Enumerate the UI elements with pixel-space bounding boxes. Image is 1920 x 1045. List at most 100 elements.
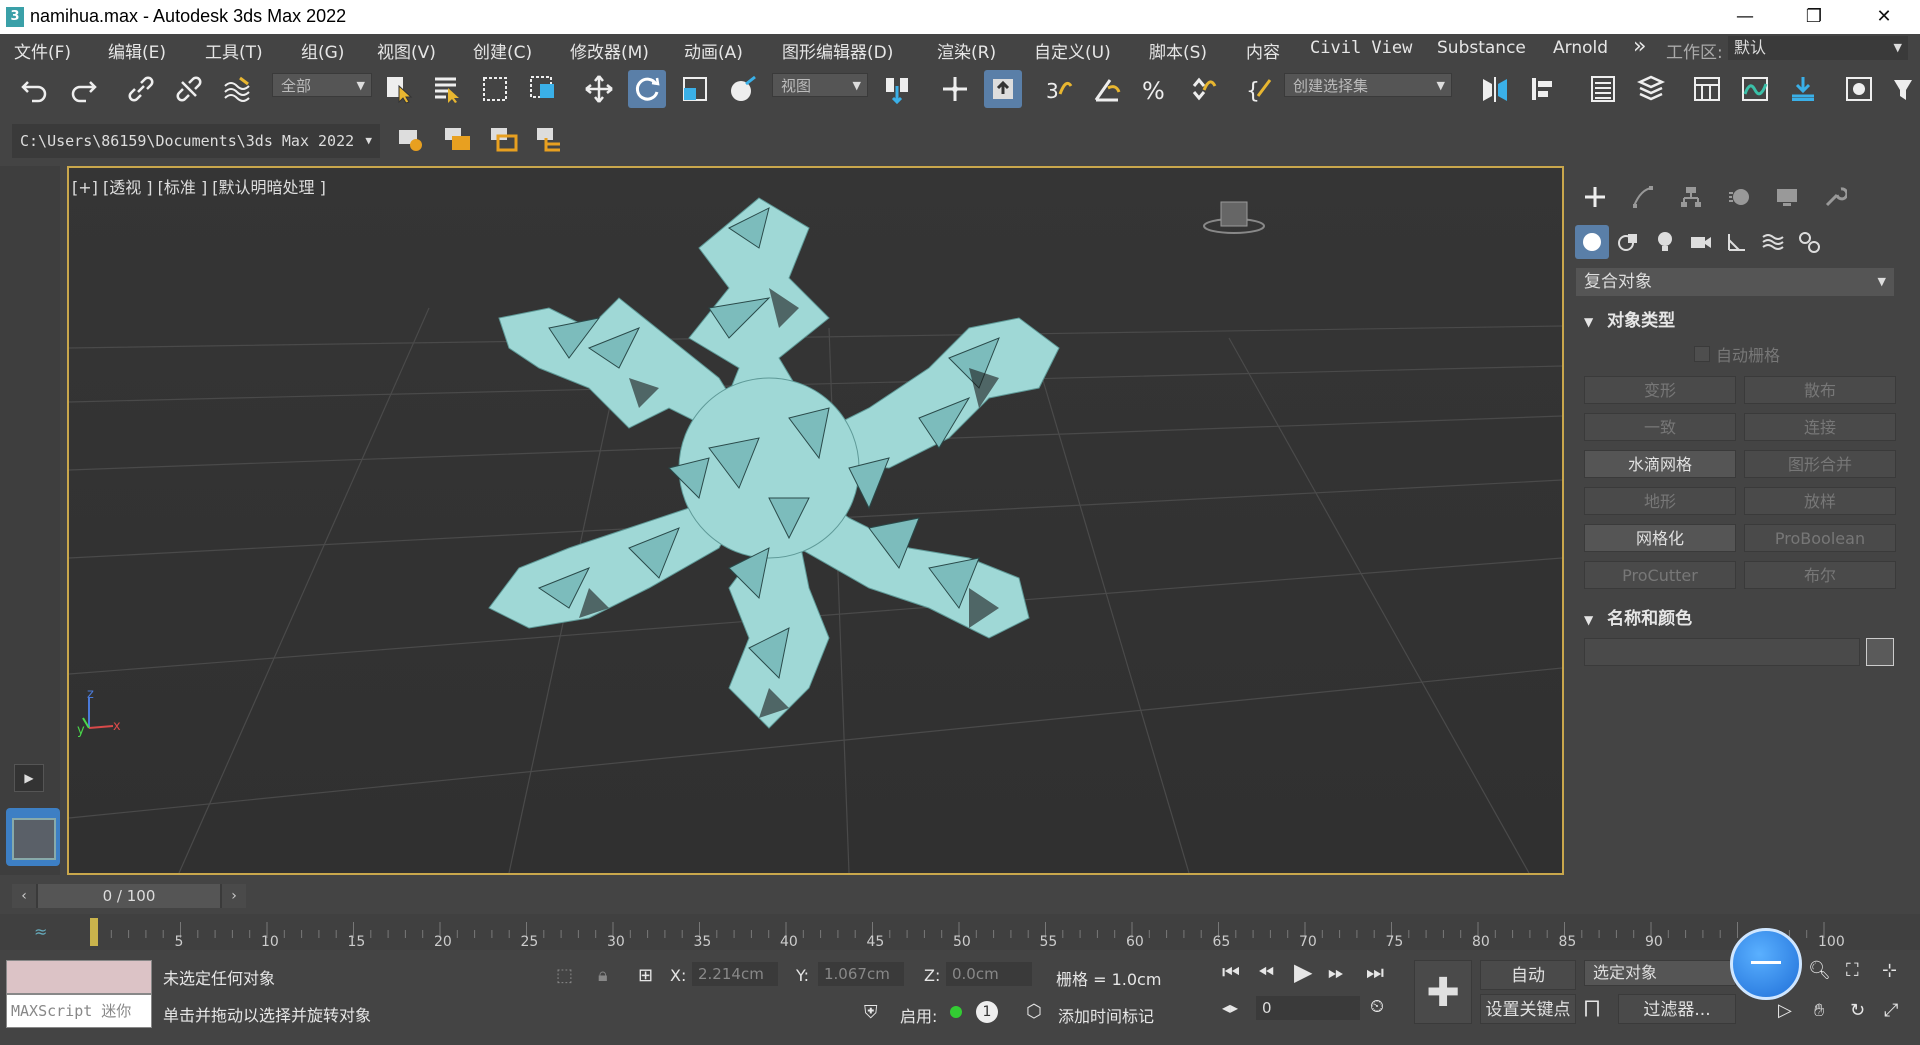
project-path-dropdown[interactable]: C:\Users\86159\Documents\3ds Max 2022 ▼ [12, 124, 380, 158]
maximize-viewport-icon[interactable]: ⤢ [1884, 1000, 1898, 1021]
curve-editor-button[interactable] [1736, 70, 1774, 108]
menu-group[interactable]: 组(G) [301, 38, 344, 63]
procutter-button[interactable]: ProCutter [1584, 561, 1736, 589]
helpers-category-button[interactable] [1720, 225, 1754, 259]
z-coord-input[interactable]: 0.0cm [946, 962, 1032, 986]
menu-animation[interactable]: 动画(A) [684, 38, 743, 63]
selection-lock-icon[interactable]: 🔒︎ [598, 965, 608, 986]
undo-button[interactable] [16, 70, 54, 108]
next-frame-icon[interactable]: ⏩︎ [1328, 960, 1344, 984]
menu-scripting[interactable]: 脚本(S) [1149, 38, 1207, 63]
orbit-icon[interactable]: ↻ [1850, 1000, 1865, 1021]
spacewarps-category-button[interactable] [1756, 225, 1790, 259]
key-mode-icon[interactable]: ◂▸ [1222, 998, 1238, 1017]
hierarchy-tab[interactable] [1674, 180, 1708, 214]
cameras-category-button[interactable] [1684, 225, 1718, 259]
open-project-button[interactable] [438, 120, 476, 158]
prev-frame-arrow-icon[interactable]: ‹ [12, 884, 36, 908]
terrain-button[interactable]: 地形 [1584, 487, 1736, 515]
loft-button[interactable]: 放样 [1744, 487, 1896, 515]
scene-explorer-button[interactable] [1584, 70, 1622, 108]
material-editor-button[interactable] [1840, 70, 1878, 108]
object-type-rollout[interactable]: ▼ 对象类型 [1576, 306, 1894, 332]
angle-snap-button[interactable] [1088, 70, 1126, 108]
object-name-input[interactable] [1584, 638, 1860, 666]
mesher-button[interactable]: 网格化 [1584, 524, 1736, 552]
minimize-button[interactable]: — [1716, 0, 1774, 34]
menu-content[interactable]: 内容 [1246, 38, 1280, 63]
move-button[interactable] [580, 70, 618, 108]
ribbon-toggle-button[interactable] [1688, 70, 1726, 108]
mirror-button[interactable] [1476, 70, 1514, 108]
shield-icon[interactable]: ⛨ [864, 1002, 878, 1023]
layer-explorer-button[interactable] [1632, 70, 1670, 108]
morph-button[interactable]: 变形 [1584, 376, 1736, 404]
menu-edit[interactable]: 编辑(E) [108, 38, 166, 63]
viewport-layout-tab[interactable] [6, 808, 60, 866]
placement-button[interactable] [724, 70, 762, 108]
scale-button[interactable] [676, 70, 714, 108]
link-button[interactable] [122, 70, 160, 108]
zoom-extents-icon[interactable]: ⛶ [1846, 960, 1859, 981]
select-by-name-button[interactable] [428, 70, 466, 108]
viewcube[interactable] [1203, 201, 1265, 234]
shapemerge-button[interactable]: 图形合并 [1744, 450, 1896, 478]
menu-civil-view[interactable]: Civil View [1310, 38, 1412, 58]
time-slider[interactable]: ‹ 0 / 100 › [12, 884, 246, 908]
create-project-button[interactable] [484, 120, 522, 158]
select-manipulate-button[interactable] [936, 70, 974, 108]
rect-selection-button[interactable] [476, 70, 514, 108]
project-settings-button[interactable] [392, 120, 430, 158]
menu-tools[interactable]: 工具(T) [205, 38, 263, 63]
previous-frame-icon[interactable]: ⏪︎ [1258, 960, 1274, 984]
render-setup-button[interactable] [1884, 70, 1920, 108]
perspective-viewport[interactable]: z x y [67, 166, 1564, 875]
auto-key-button[interactable]: 自动 [1480, 960, 1576, 990]
geometry-category-button[interactable] [1575, 225, 1609, 259]
x-coord-input[interactable]: 2.214cm [692, 962, 778, 986]
key-tangent-icon[interactable]: ⨅ [1584, 996, 1600, 1020]
boolean-button[interactable]: 布尔 [1744, 561, 1896, 589]
menu-modifiers[interactable]: 修改器(M) [570, 38, 649, 63]
spinner-snap-button[interactable] [1184, 70, 1222, 108]
key-filter-dropdown[interactable]: 选定对象 [1584, 960, 1736, 986]
connect-button[interactable]: 连接 [1744, 413, 1896, 441]
current-frame-input[interactable]: 0 [1256, 996, 1360, 1020]
menu-substance[interactable]: Substance [1437, 38, 1526, 58]
rotate-button[interactable] [628, 70, 666, 108]
conform-button[interactable]: 一致 [1584, 413, 1736, 441]
reference-coord-dropdown[interactable]: 视图 ▼ [772, 73, 868, 97]
restore-button[interactable]: ❐ [1785, 0, 1843, 34]
menu-create[interactable]: 创建(C) [473, 38, 532, 63]
unlink-button[interactable] [170, 70, 208, 108]
frame-counter[interactable]: 0 / 100 [38, 884, 220, 908]
viewport-scene[interactable]: z x y [69, 168, 1562, 873]
enable-status-dot[interactable] [950, 1006, 962, 1018]
set-key-big-button[interactable]: ✚ [1414, 960, 1472, 1024]
play-icon[interactable]: ▶ [1294, 958, 1312, 986]
bind-spacewarp-button[interactable] [218, 70, 256, 108]
project-structure-button[interactable] [530, 120, 568, 158]
go-to-start-icon[interactable]: ⏮ [1222, 960, 1240, 984]
viewport-layout-expand-button[interactable]: ▶ [14, 764, 44, 792]
auto-grid-checkbox[interactable] [1694, 346, 1710, 362]
systems-category-button[interactable] [1792, 225, 1826, 259]
pivot-center-button[interactable] [878, 70, 916, 108]
field-of-view-icon[interactable]: ▷ [1778, 1000, 1792, 1021]
lights-category-button[interactable] [1648, 225, 1682, 259]
proboolean-button[interactable]: ProBoolean [1744, 524, 1896, 552]
zoom-icon[interactable]: 🔍︎ [1808, 960, 1831, 981]
percent-snap-button[interactable]: % [1136, 70, 1174, 108]
window-crossing-button[interactable] [524, 70, 562, 108]
next-frame-arrow-icon[interactable]: › [222, 884, 246, 908]
shapes-category-button[interactable] [1612, 225, 1646, 259]
set-key-mode-button[interactable]: 设置关键点 [1480, 994, 1576, 1024]
select-object-button[interactable] [380, 70, 418, 108]
curve-editor-mini-icon[interactable]: ≈ [34, 922, 47, 941]
add-time-tag[interactable]: 添加时间标记 [1058, 1003, 1154, 1027]
maxscript-mini-listener[interactable]: MAXScript 迷你 [6, 994, 152, 1028]
track-bar[interactable]: ≈ 5 10 15 20 25 30 35 40 45 50 55 60 65 70 75 80 85 90 100 [0, 914, 1920, 950]
menu-arnold[interactable]: Arnold [1553, 38, 1608, 58]
align-button[interactable] [1524, 70, 1562, 108]
blobmesh-button[interactable]: 水滴网格 [1584, 450, 1736, 478]
